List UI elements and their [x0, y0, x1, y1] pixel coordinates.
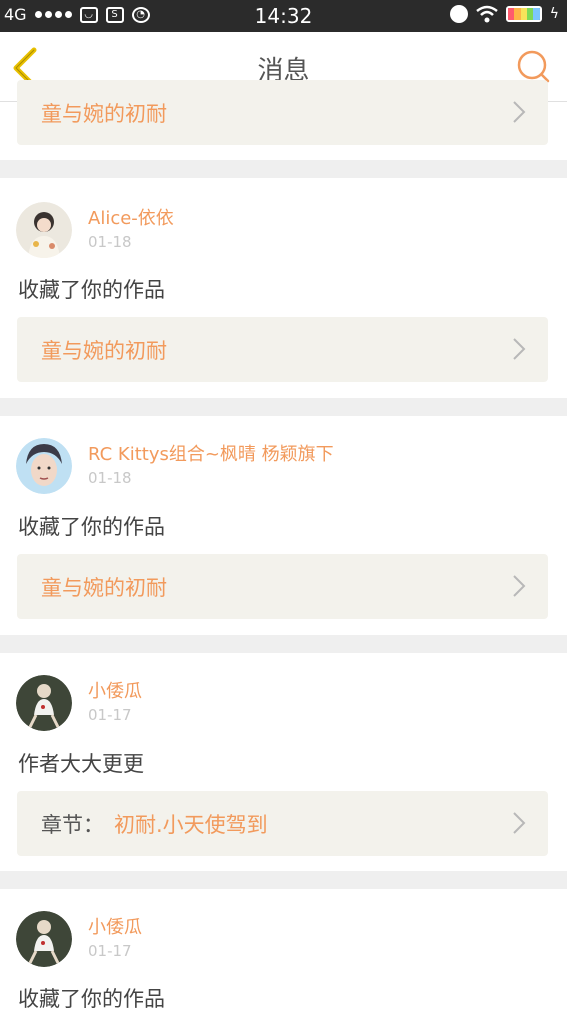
work-title: 童与婉的初耐: [41, 575, 167, 600]
avatar[interactable]: [16, 911, 72, 967]
chevron-right-icon: [513, 338, 526, 360]
avatar[interactable]: [16, 438, 72, 494]
username[interactable]: 小倭瓜: [88, 680, 142, 704]
work-title: 童与婉的初耐: [41, 101, 167, 126]
list-item: 小倭瓜 01-17 作者大大更更 章节： 初耐.小天使驾到: [0, 653, 567, 871]
work-link-box[interactable]: 童与婉的初耐: [17, 554, 548, 619]
message-text: 作者大大更更: [18, 752, 144, 776]
message-text: 收藏了你的作品: [18, 515, 165, 539]
list-item: 小倭瓜 01-17 收藏了你的作品: [0, 889, 567, 1029]
status-bar: 4G ◡ S ◔ 14:32 ϟ: [0, 0, 567, 32]
charging-icon: ϟ: [549, 6, 559, 22]
chevron-right-icon: [513, 101, 526, 123]
username[interactable]: Alice-依依: [88, 207, 174, 231]
list-item: RC Kittys组合~枫晴 杨颖旗下 01-18 收藏了你的作品 童与婉的初耐: [0, 416, 567, 635]
timestamp: 01-17: [88, 706, 132, 724]
battery-icon: [505, 6, 542, 22]
work-link-box[interactable]: 童与婉的初耐: [17, 317, 548, 382]
timestamp: 01-17: [88, 942, 132, 960]
timestamp: 01-18: [88, 469, 132, 487]
chapter-prefix: 章节：: [41, 812, 104, 837]
alarm-icon: [449, 5, 468, 23]
wifi-icon: [475, 5, 498, 23]
timestamp: 01-18: [88, 233, 132, 251]
message-text: 收藏了你的作品: [18, 278, 165, 302]
avatar[interactable]: [16, 675, 72, 731]
message-text: 收藏了你的作品: [18, 987, 165, 1011]
work-link-box[interactable]: 童与婉的初耐: [17, 80, 548, 145]
avatar[interactable]: [16, 202, 72, 258]
chevron-right-icon: [513, 575, 526, 597]
work-title: 童与婉的初耐: [41, 338, 167, 363]
chapter-title: 初耐.小天使驾到: [114, 812, 268, 837]
username[interactable]: 小倭瓜: [88, 916, 142, 940]
list-item: 童与婉的初耐: [0, 80, 567, 160]
chevron-right-icon: [513, 812, 526, 834]
chapter-link-box[interactable]: 章节： 初耐.小天使驾到: [17, 791, 548, 856]
list-item: Alice-依依 01-18 收藏了你的作品 童与婉的初耐: [0, 178, 567, 398]
username[interactable]: RC Kittys组合~枫晴 杨颖旗下: [88, 443, 334, 467]
